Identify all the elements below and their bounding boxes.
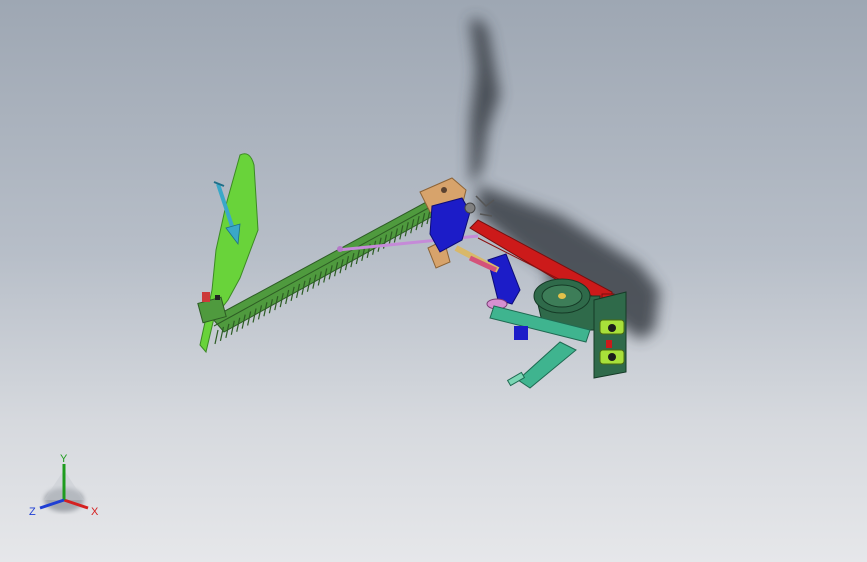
triad-y-label: Y [60, 453, 68, 465]
coordinate-triad: X Y Z [29, 453, 99, 518]
cutter-tooth [214, 329, 219, 345]
triad-x-label: X [91, 506, 99, 518]
triad-z-label: Z [29, 506, 36, 518]
hitch-frame[interactable] [593, 291, 627, 379]
graphics-viewport[interactable]: X Y Z [0, 0, 867, 562]
model-canvas[interactable]: X Y Z [0, 0, 867, 562]
